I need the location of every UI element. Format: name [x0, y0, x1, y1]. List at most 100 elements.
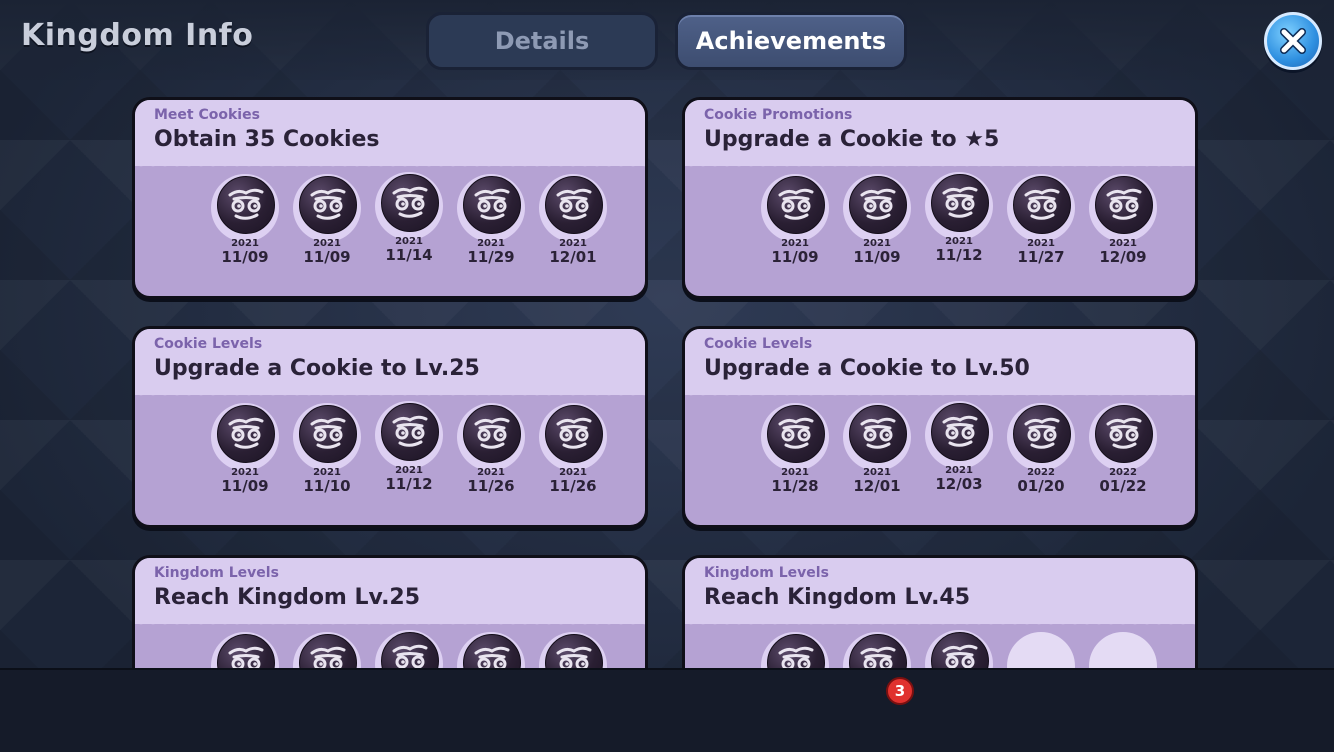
milestone-slot: 2021 11/26	[533, 403, 613, 503]
milestone-slot	[919, 630, 999, 668]
milestone-slot: 2021 12/03	[919, 401, 999, 501]
milestone-slot	[369, 630, 449, 668]
card-scallop	[685, 160, 1195, 172]
milestone-slot: 2021 12/01	[837, 403, 917, 503]
cookie-face-icon	[849, 405, 907, 463]
milestone-slot: 2021 11/28	[755, 403, 835, 503]
cookie-face-icon	[545, 405, 603, 463]
achievement-card[interactable]: Cookie Levels Upgrade a Cookie to Lv.50 20…	[682, 326, 1198, 528]
close-button[interactable]	[1264, 12, 1322, 70]
milestone-slot: 2021 11/29	[451, 174, 531, 274]
cookie-face-icon	[217, 405, 275, 463]
milestone-date: 11/10	[303, 477, 351, 495]
milestone-date: 11/09	[853, 248, 901, 266]
milestone-slot: 2021 12/09	[1083, 174, 1163, 274]
milestone-date: 12/03	[935, 475, 983, 493]
cookie-face-icon	[931, 403, 989, 461]
milestone-slot-empty	[1001, 632, 1081, 668]
cookie-face-icon	[545, 176, 603, 234]
milestone-date: 11/12	[385, 475, 433, 493]
milestone-slot	[287, 632, 367, 668]
milestone-date: 12/01	[549, 248, 597, 266]
achievement-category: Cookie Levels	[704, 336, 813, 352]
cookie-face-icon	[217, 176, 275, 234]
page-title: Kingdom Info	[21, 18, 254, 53]
milestone-date: 11/26	[467, 477, 515, 495]
card-scallop	[685, 389, 1195, 401]
milestone-date: 11/09	[303, 248, 351, 266]
milestone-date: 01/22	[1099, 477, 1147, 495]
milestone-date: 01/20	[1017, 477, 1065, 495]
tab-achievements[interactable]: Achievements	[675, 12, 907, 70]
milestone-slot-empty	[1083, 632, 1163, 668]
cookie-face-icon	[1013, 176, 1071, 234]
achievement-card[interactable]: Kingdom Levels Reach Kingdom Lv.25	[132, 555, 648, 668]
milestone-slot	[533, 632, 613, 668]
notification-badge: 3	[886, 677, 914, 705]
milestone-date: 11/26	[549, 477, 597, 495]
milestone-slot: 2021 11/26	[451, 403, 531, 503]
milestone-slot	[451, 632, 531, 668]
cookie-face-icon	[767, 405, 825, 463]
milestone-slot: 2021 11/09	[205, 174, 285, 274]
cookie-face-icon	[463, 176, 521, 234]
milestone-slot: 2021 11/14	[369, 172, 449, 272]
milestone-glow	[1089, 632, 1157, 668]
achievement-card[interactable]: Cookie Levels Upgrade a Cookie to Lv.25 20…	[132, 326, 648, 528]
milestone-slot: 2021 11/12	[919, 172, 999, 272]
cookie-face-icon	[299, 405, 357, 463]
achievement-card[interactable]: Kingdom Levels Reach Kingdom Lv.45	[682, 555, 1198, 668]
tab-details[interactable]: Details	[426, 12, 658, 70]
achievement-category: Cookie Promotions	[704, 107, 853, 123]
milestone-glow	[1007, 632, 1075, 668]
milestone-date: 11/09	[771, 248, 819, 266]
achievement-category: Meet Cookies	[154, 107, 260, 123]
milestone-date: 12/01	[853, 477, 901, 495]
achievement-category: Kingdom Levels	[704, 565, 829, 581]
achievements-list[interactable]: Meet Cookies Obtain 35 Cookies 2021 11/09 20…	[0, 80, 1334, 668]
milestone-slot: 2022 01/20	[1001, 403, 1081, 503]
achievement-title: Upgrade a Cookie to ★5	[704, 127, 1000, 152]
milestone-date: 11/09	[221, 248, 269, 266]
card-scallop	[135, 160, 645, 172]
achievement-title: Obtain 35 Cookies	[154, 127, 380, 152]
milestone-slot: 2022 01/22	[1083, 403, 1163, 503]
milestone-slot	[837, 632, 917, 668]
card-scallop	[135, 389, 645, 401]
milestone-slot	[205, 632, 285, 668]
achievement-card[interactable]: Meet Cookies Obtain 35 Cookies 2021 11/09 20…	[132, 97, 648, 299]
achievement-title: Upgrade a Cookie to Lv.25	[154, 356, 480, 381]
milestone-date: 11/28	[771, 477, 819, 495]
milestone-date: 12/09	[1099, 248, 1147, 266]
milestone-slot: 2021 11/09	[287, 174, 367, 274]
milestone-date: 11/27	[1017, 248, 1065, 266]
achievement-card[interactable]: Cookie Promotions Upgrade a Cookie to ★5 2…	[682, 97, 1198, 299]
milestone-slot: 2021 11/09	[755, 174, 835, 274]
milestone-date: 11/29	[467, 248, 515, 266]
cookie-face-icon	[1013, 405, 1071, 463]
milestone-slot: 2021 11/27	[1001, 174, 1081, 274]
milestone-date: 11/14	[385, 246, 433, 264]
milestone-slot: 2021 11/09	[837, 174, 917, 274]
cookie-face-icon	[463, 405, 521, 463]
cookie-face-icon	[849, 176, 907, 234]
cookie-face-icon	[299, 176, 357, 234]
cookie-face-icon	[381, 403, 439, 461]
bottom-tab-bar	[0, 668, 1334, 752]
cookie-face-icon	[381, 174, 439, 232]
milestone-slot: 2021 11/09	[205, 403, 285, 503]
milestone-date: 11/12	[935, 246, 983, 264]
milestone-slot: 2021 12/01	[533, 174, 613, 274]
achievement-title: Reach Kingdom Lv.25	[154, 585, 421, 610]
achievement-title: Reach Kingdom Lv.45	[704, 585, 971, 610]
milestone-slot: 2021 11/10	[287, 403, 367, 503]
milestone-date: 11/09	[221, 477, 269, 495]
card-scallop	[135, 618, 645, 630]
card-scallop	[685, 618, 1195, 630]
milestone-slot: 2021 11/12	[369, 401, 449, 501]
milestone-slot	[755, 632, 835, 668]
achievement-title: Upgrade a Cookie to Lv.50	[704, 356, 1030, 381]
cookie-face-icon	[1095, 176, 1153, 234]
achievement-category: Cookie Levels	[154, 336, 263, 352]
cookie-face-icon	[931, 174, 989, 232]
